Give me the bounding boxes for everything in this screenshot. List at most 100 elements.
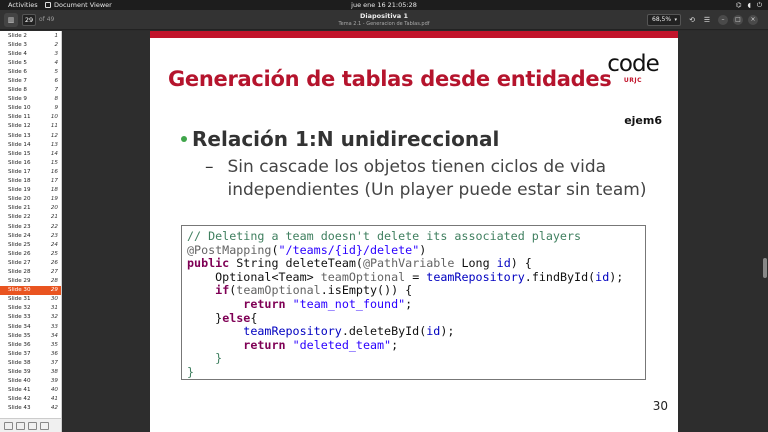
code-token: "deleted_team" xyxy=(292,337,392,352)
system-tray[interactable]: ⌬ ◖ ⏻ xyxy=(736,0,762,10)
sidebar-item[interactable]: Slide 25 24 xyxy=(0,240,61,249)
sidebar-item[interactable]: Slide 30 29 xyxy=(0,285,61,295)
sidebar-item[interactable]: Slide 36 35 xyxy=(0,340,61,349)
code-token: } xyxy=(187,364,195,379)
vertical-scrollbar[interactable] xyxy=(763,258,767,278)
sidebar-item[interactable]: Slide 17 16 xyxy=(0,167,61,176)
sidebar-item[interactable]: Slide 26 25 xyxy=(0,249,61,258)
sidebar-item[interactable]: Slide 10 9 xyxy=(0,104,61,113)
code-token: } xyxy=(187,310,223,325)
code-token: @PostMapping xyxy=(187,242,272,257)
sidebar-item-page: 28 xyxy=(50,278,58,285)
sidebar-item-label: Slide 31 xyxy=(8,296,31,303)
sidebar-item-label: Slide 10 xyxy=(8,105,31,112)
sidebar-item[interactable]: Slide 9 8 xyxy=(0,95,61,104)
code-token: teamOptional xyxy=(320,269,406,284)
sidebar-item[interactable]: Slide 16 15 xyxy=(0,158,61,167)
annotations-view-icon[interactable] xyxy=(28,422,37,430)
sidebar-item[interactable]: Slide 39 38 xyxy=(0,367,61,376)
sidebar-item[interactable]: Slide 41 40 xyxy=(0,386,61,395)
sidebar-item[interactable]: Slide 18 17 xyxy=(0,177,61,186)
sidebar-item[interactable]: Slide 15 14 xyxy=(0,149,61,158)
bullet-dot-icon xyxy=(181,136,187,142)
code-token: Optional<Team> xyxy=(187,269,321,284)
sidebar-item[interactable]: Slide 27 26 xyxy=(0,258,61,267)
minimize-button[interactable]: – xyxy=(718,15,728,25)
sidebar-item[interactable]: Slide 11 10 xyxy=(0,113,61,122)
code-token: teamRepository xyxy=(426,269,525,284)
sidebar-item[interactable]: Slide 28 27 xyxy=(0,267,61,276)
sidebar-item-label: Slide 39 xyxy=(8,369,31,376)
sidebar-item-page: 21 xyxy=(50,214,58,221)
sidebar-item-page: 30 xyxy=(50,296,58,303)
sidebar-item[interactable]: Slide 8 7 xyxy=(0,86,61,95)
code-line: if(teamOptional.isEmpty()) { xyxy=(187,284,640,298)
sidebar-item-label: Slide 40 xyxy=(8,378,31,385)
slide-top-bar xyxy=(150,31,678,38)
sidebar-item[interactable]: Slide 42 41 xyxy=(0,395,61,404)
sidebar-item[interactable]: Slide 3 2 xyxy=(0,40,61,49)
sidebar-item[interactable]: Slide 13 12 xyxy=(0,131,61,140)
sidebar-item[interactable]: Slide 29 28 xyxy=(0,277,61,286)
sidebar-item-page: 18 xyxy=(50,187,58,194)
rotate-button[interactable]: ⟲ xyxy=(686,13,698,27)
code-token: ) { xyxy=(510,256,532,271)
sidebar-item-label: Slide 27 xyxy=(8,259,31,266)
sidebar-item[interactable]: Slide 2 1 xyxy=(0,31,61,40)
sidebar-item-page: 11 xyxy=(50,123,58,130)
sidebar-item[interactable]: Slide 6 5 xyxy=(0,67,61,76)
sidebar-item-page: 1 xyxy=(54,32,58,39)
sidebar-item-page: 37 xyxy=(50,359,58,366)
logo-word: code xyxy=(607,51,659,77)
code-token: ); xyxy=(609,269,624,284)
outline-sidebar[interactable]: Slide 2 1 Slide 3 2 Slide 4 3 Slide 5 4 Slide 65… xyxy=(0,31,62,418)
sidebar-item[interactable]: Slide 7 6 xyxy=(0,76,61,85)
menu-button[interactable]: ☰ xyxy=(701,13,713,27)
sidebar-item[interactable]: Slide 37 36 xyxy=(0,349,61,358)
maximize-icon: □ xyxy=(735,16,741,23)
sidebar-item-page: 19 xyxy=(50,196,58,203)
sidebar-item[interactable]: Slide 31 30 xyxy=(0,295,61,304)
code-token: teamRepository xyxy=(243,324,342,339)
code-token: .deleteById( xyxy=(341,324,427,339)
sidebar-item[interactable]: Slide 33 32 xyxy=(0,313,61,322)
sidebar-item[interactable]: Slide 23 22 xyxy=(0,222,61,231)
sidebar-item[interactable]: Slide 4 3 xyxy=(0,49,61,58)
sidebar-item[interactable]: Slide 43 42 xyxy=(0,404,61,413)
sidebar-item-label: Slide 12 xyxy=(8,123,31,130)
attachments-view-icon[interactable] xyxy=(40,422,49,430)
sidebar-item[interactable]: Slide 19 18 xyxy=(0,186,61,195)
system-top-bar: Activities Document Viewer jue ene 16 21… xyxy=(0,0,768,10)
maximize-button[interactable]: □ xyxy=(733,15,743,25)
close-button[interactable]: × xyxy=(748,15,758,25)
sidebar-item-label: Slide 14 xyxy=(8,141,31,148)
code-line: } xyxy=(187,352,640,366)
sidebar-item-page: 42 xyxy=(50,405,58,412)
main-bullet: Relación 1:N unidireccional xyxy=(181,127,499,151)
code-line: return "deleted_team"; xyxy=(187,337,640,353)
sidebar-item[interactable]: Slide 20 19 xyxy=(0,195,61,204)
sidebar-item[interactable]: Slide 24 23 xyxy=(0,231,61,240)
sidebar-item[interactable]: Slide 5 4 xyxy=(0,58,61,67)
sidebar-item[interactable]: Slide 21 20 xyxy=(0,204,61,213)
sidebar-item[interactable]: Slide 38 37 xyxy=(0,358,61,367)
viewer-header-bar: ▥ 29 of 49 Diapositiva 1 Tema 2.1 - Gene… xyxy=(0,10,768,30)
clock[interactable]: jue ene 16 21:05:28 xyxy=(0,0,768,10)
sidebar-item-page: 34 xyxy=(50,332,58,339)
outline-view-icon[interactable] xyxy=(16,422,25,430)
thumbnails-view-icon[interactable] xyxy=(4,422,13,430)
sidebar-item[interactable]: Slide 14 13 xyxy=(0,140,61,149)
sidebar-item[interactable]: Slide 12 11 xyxy=(0,122,61,131)
code-token: return xyxy=(243,296,286,311)
sidebar-item[interactable]: Slide 35 34 xyxy=(0,331,61,340)
code-token: return xyxy=(243,337,286,352)
sidebar-item-page: 23 xyxy=(50,232,58,239)
sidebar-item[interactable]: Slide 34 33 xyxy=(0,322,61,331)
sidebar-item[interactable]: Slide 32 31 xyxy=(0,304,61,313)
sidebar-item[interactable]: Slide 22 21 xyxy=(0,213,61,222)
zoom-select[interactable]: 68,5% ▾ xyxy=(647,14,681,26)
sidebar-item[interactable]: Slide 40 39 xyxy=(0,377,61,386)
